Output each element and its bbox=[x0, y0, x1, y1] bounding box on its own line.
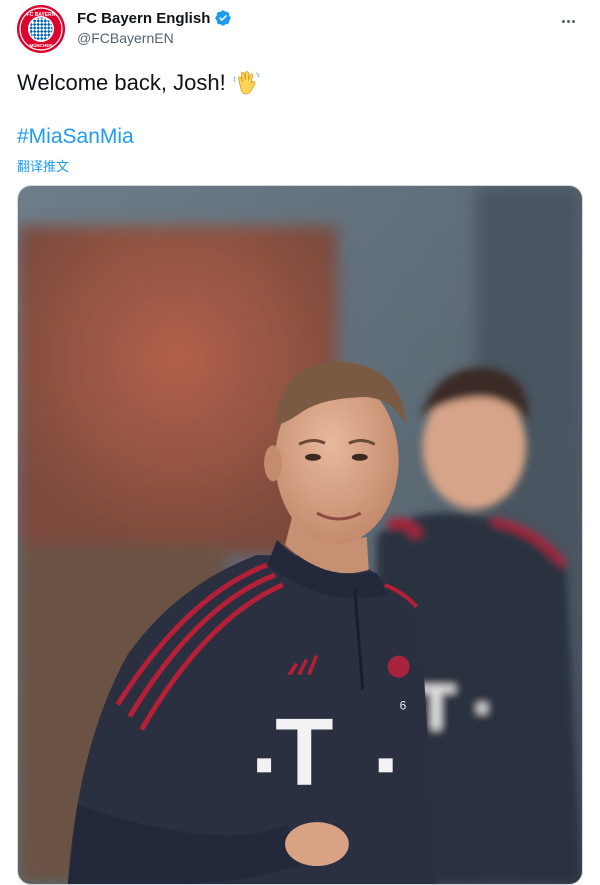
tweet-text: Welcome back, Josh! bbox=[17, 68, 262, 98]
verified-badge-icon bbox=[215, 10, 232, 26]
tweet-media-photo[interactable]: T · 6 T bbox=[17, 185, 583, 885]
waving-hand-icon bbox=[233, 71, 259, 95]
svg-text:T: T bbox=[275, 698, 333, 805]
svg-text:6: 6 bbox=[400, 698, 407, 712]
handle[interactable]: @FCBayernEN bbox=[77, 30, 232, 46]
fc-bayern-logo-icon: FC BAYERN MÜNCHEN bbox=[17, 5, 65, 53]
author-block[interactable]: FC Bayern English @FCBayernEN bbox=[77, 8, 232, 46]
more-dots-icon[interactable] bbox=[562, 10, 582, 24]
avatar[interactable]: FC BAYERN MÜNCHEN bbox=[17, 5, 65, 53]
hashtag-link[interactable]: #MiaSanMia bbox=[17, 125, 134, 149]
svg-text:MÜNCHEN: MÜNCHEN bbox=[30, 42, 53, 48]
tweet-header: FC BAYERN MÜNCHEN FC Bayern English @FCB… bbox=[0, 0, 600, 60]
svg-text:T ·: T · bbox=[417, 671, 495, 743]
svg-text:FC BAYERN: FC BAYERN bbox=[27, 12, 56, 18]
translate-tweet-link[interactable]: 翻译推文 bbox=[17, 156, 69, 175]
display-name[interactable]: FC Bayern English bbox=[77, 10, 210, 27]
tweet-body: Welcome back, Josh! bbox=[17, 70, 226, 95]
player-photo: T · 6 T bbox=[18, 186, 582, 884]
